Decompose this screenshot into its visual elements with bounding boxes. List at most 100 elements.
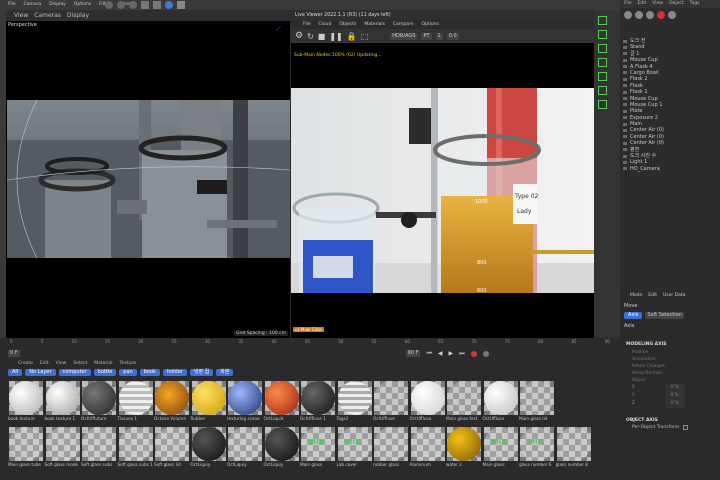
record-icon[interactable] — [470, 350, 477, 357]
move-icon[interactable] — [129, 1, 137, 9]
tool-icon-7[interactable] — [598, 100, 607, 109]
om-icon-1[interactable] — [624, 11, 632, 19]
material-swatch[interactable]: Soft glass subs — [79, 426, 119, 470]
attr-tab[interactable]: User Data — [663, 293, 685, 298]
material-layer-tag[interactable]: 냉장 컵 — [189, 369, 214, 376]
material-swatch[interactable]: water 2 — [444, 426, 484, 470]
cube-icon[interactable] — [141, 1, 149, 9]
pt-select[interactable]: PT — [421, 32, 432, 40]
material-swatch[interactable]: MIX Lab cover — [335, 426, 375, 470]
visibility-dots-icon[interactable] — [681, 167, 684, 170]
viewport-view-menu[interactable]: View — [14, 12, 28, 19]
next-frame-icon[interactable]: ⏭ — [459, 350, 464, 358]
visibility-dots-icon[interactable] — [681, 59, 684, 62]
material-swatch[interactable]: book texture 1 — [43, 380, 83, 424]
tool-icon-5[interactable] — [598, 72, 607, 81]
material-swatch[interactable]: OctLiquiy — [225, 426, 265, 470]
material-swatch[interactable]: OctLiquid — [262, 380, 302, 424]
visibility-dots-icon[interactable] — [681, 129, 684, 132]
undo-icon[interactable] — [105, 1, 113, 9]
grid-icon[interactable] — [177, 1, 185, 9]
play-icon[interactable] — [117, 1, 125, 9]
material-swatch[interactable]: Rubber — [189, 380, 229, 424]
material-swatch[interactable]: OctUffluse 1 — [298, 380, 338, 424]
material-menu-item[interactable]: Select — [73, 360, 87, 368]
material-menu-item[interactable]: View — [56, 360, 67, 368]
material-swatch[interactable]: OctUffluse — [481, 380, 521, 424]
material-swatch[interactable]: MIX Main glass — [298, 426, 338, 470]
material-swatch[interactable]: MIX glass number 6 — [517, 426, 557, 470]
material-swatch[interactable]: Soft glass subs 1 — [116, 426, 156, 470]
tool-icon-6[interactable] — [598, 86, 607, 95]
prev-frame-icon[interactable]: ◀ — [438, 350, 443, 357]
tool-icon-2[interactable] — [598, 30, 607, 39]
live-viewer-menu-item[interactable]: Cloud — [319, 22, 332, 27]
visibility-dots-icon[interactable] — [681, 46, 684, 49]
val2-field[interactable]: 0.0 — [446, 32, 459, 40]
attr-tab[interactable]: Edit — [648, 293, 657, 298]
top-menu-item[interactable]: File — [8, 2, 16, 7]
lock-icon[interactable]: 🔒 — [347, 32, 357, 41]
attr-subtab[interactable]: Axis — [624, 312, 643, 319]
visibility-dots-icon[interactable] — [681, 71, 684, 74]
play-button-icon[interactable]: ▶ — [449, 350, 454, 357]
mode-select[interactable]: HDR/AGS — [390, 32, 418, 40]
pause-icon[interactable]: ❚❚ — [329, 32, 342, 41]
om-object-menu[interactable]: Object — [669, 0, 684, 8]
om-icon-4[interactable] — [657, 11, 665, 19]
material-swatch[interactable]: Aluminum — [408, 426, 448, 470]
visibility-dots-icon[interactable] — [681, 84, 684, 87]
material-swatch[interactable]: OctUffluture — [79, 380, 119, 424]
live-viewer-menu-item[interactable]: Objects — [339, 22, 356, 27]
val1-field[interactable]: 1 — [435, 32, 443, 40]
material-layer-tag[interactable]: 화분 — [216, 369, 234, 376]
per-object-checkbox[interactable] — [683, 425, 689, 430]
top-menu-item[interactable]: Camera — [24, 2, 42, 7]
material-menu-item[interactable]: Create — [18, 360, 33, 368]
first-frame-icon[interactable]: ⏮ — [426, 350, 431, 358]
refresh-icon[interactable]: ↻ — [307, 32, 314, 41]
visibility-dots-icon[interactable] — [681, 116, 684, 119]
viewport-camera-menu[interactable]: Cameras — [34, 12, 61, 19]
visibility-dots-icon[interactable] — [681, 161, 684, 164]
visibility-dots-icon[interactable] — [681, 65, 684, 68]
pen-icon[interactable] — [153, 1, 161, 9]
stop-icon[interactable]: ■ — [318, 32, 326, 41]
attr-tab[interactable]: Mode — [630, 293, 642, 298]
material-swatch[interactable]: book texture — [6, 380, 46, 424]
om-icon-5[interactable] — [668, 11, 676, 19]
top-menu-item[interactable]: Options — [74, 2, 91, 7]
keyframe-icon[interactable] — [482, 350, 489, 357]
material-swatch[interactable]: OctUffluse — [371, 380, 411, 424]
visibility-dots-icon[interactable] — [681, 103, 684, 106]
om-tags-menu[interactable]: Tags — [690, 0, 700, 8]
visibility-dots-icon[interactable] — [681, 40, 684, 43]
render-icon[interactable] — [165, 1, 173, 9]
om-icon-2[interactable] — [635, 11, 643, 19]
material-layer-tag[interactable]: All — [8, 369, 23, 376]
material-menu-item[interactable]: Texture — [120, 360, 136, 368]
visibility-dots-icon[interactable] — [681, 52, 684, 55]
viewport-display-menu[interactable]: Display — [67, 12, 89, 19]
om-view-menu[interactable]: View — [652, 0, 663, 8]
top-menu-item[interactable]: Display — [49, 2, 66, 7]
visibility-dots-icon[interactable] — [681, 155, 684, 158]
current-frame-field[interactable]: 0 F — [8, 350, 20, 357]
tool-icon-3[interactable] — [598, 44, 607, 53]
material-swatch[interactable]: OctUffluse — [408, 380, 448, 424]
material-layer-tag[interactable]: computer — [58, 369, 91, 376]
om-edit-menu[interactable]: Edit — [638, 0, 647, 8]
visibility-dots-icon[interactable] — [681, 78, 684, 81]
material-swatch[interactable]: Soft glass mode — [43, 426, 83, 470]
material-swatch[interactable]: Tissuex 1 — [116, 380, 156, 424]
material-swatch[interactable]: Soft glass lid — [152, 426, 192, 470]
crop-icon[interactable]: ⬚ — [361, 32, 369, 41]
visibility-dots-icon[interactable] — [681, 123, 684, 126]
material-swatch[interactable]: MIX Main glass — [481, 426, 521, 470]
material-swatch[interactable]: OctLiquiy — [262, 426, 302, 470]
material-swatch[interactable]: rubber glass — [371, 426, 411, 470]
visibility-dots-icon[interactable] — [681, 97, 684, 100]
tool-icon-4[interactable] — [598, 58, 607, 67]
material-menu-item[interactable]: Edit — [40, 360, 49, 368]
material-layer-tag[interactable]: No Layer — [25, 369, 56, 376]
